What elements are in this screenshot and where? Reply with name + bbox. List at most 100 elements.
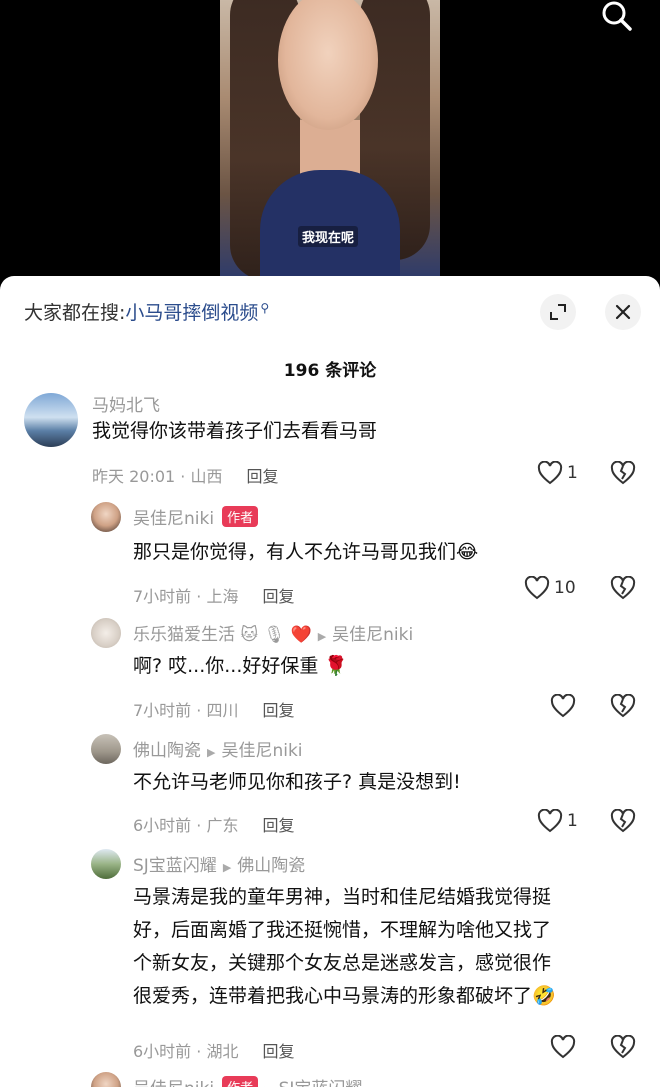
search-icon: ⚲ xyxy=(260,300,270,315)
broken-heart-icon xyxy=(610,808,636,833)
reply-button[interactable]: 回复 xyxy=(262,701,294,720)
reply-button[interactable]: 回复 xyxy=(262,1042,294,1061)
comment-text: 啊? 哎...你...好好保重 🌹 xyxy=(133,650,348,683)
reply-to-username[interactable]: SJ宝蓝闪耀 xyxy=(279,1079,363,1087)
dislike-button[interactable] xyxy=(610,693,636,722)
like-button[interactable]: 1 xyxy=(537,461,578,485)
reply-to-username[interactable]: 吴佳尼niki xyxy=(332,625,413,645)
comment-text: 我觉得你该带着孩子们去看看马哥 xyxy=(92,420,378,442)
comment-text: 不允许马老师见你和孩子? 真是没想到! xyxy=(133,771,461,793)
dislike-button[interactable] xyxy=(610,460,636,489)
comment-text-content: 啊? 哎...你...好好保重 xyxy=(133,655,319,677)
heart-icon xyxy=(524,576,550,600)
comment-text: 马景涛是我的童年男神，当时和佳尼结婚我觉得挺 好，后面离婚了我还挺惋惜，不理解为… xyxy=(133,881,653,1013)
comment-text-line: 马景涛是我的童年男神，当时和佳尼结婚我觉得挺 xyxy=(133,886,552,908)
reply-item: 乐乐猫爱生活 🐱 🎙 ❤️ ▶ 吴佳尼niki 啊? 哎...你...好好保重 🌹 … xyxy=(0,616,660,726)
comment-time: 7小时前 · 上海 xyxy=(133,587,239,606)
reply-item: 吴佳尼niki作者▶SJ宝蓝闪耀 xyxy=(0,1070,660,1087)
comment-username[interactable]: SJ宝蓝闪耀 xyxy=(133,856,217,876)
comment-item: 马妈北飞 我觉得你该带着孩子们去看看马哥 昨天 20:01 · 山西 回复 1 xyxy=(0,389,660,509)
trending-search-prefix: 大家都在搜: xyxy=(24,302,126,324)
reply-item: 佛山陶瓷 ▶ 吴佳尼niki 不允许马老师见你和孩子? 真是没想到! 6小时前 · … xyxy=(0,732,660,842)
like-count: 10 xyxy=(554,578,576,598)
dislike-button[interactable] xyxy=(610,808,636,837)
reply-username-row: 吴佳尼niki 作者 xyxy=(133,504,259,529)
author-badge: 作者 xyxy=(222,1076,259,1087)
heart-icon xyxy=(537,461,563,485)
comment-meta: 6小时前 · 湖北 回复 xyxy=(133,1038,294,1062)
expand-button[interactable] xyxy=(540,294,576,330)
broken-heart-icon xyxy=(610,460,636,485)
reply-username-row: 吴佳尼niki作者▶SJ宝蓝闪耀 xyxy=(133,1074,362,1087)
reply-item: SJ宝蓝闪耀 ▶ 佛山陶瓷 马景涛是我的童年男神，当时和佳尼结婚我觉得挺 好，后面离… xyxy=(0,847,660,1067)
reply-button[interactable]: 回复 xyxy=(262,587,294,606)
author-badge: 作者 xyxy=(222,506,259,527)
cat-emoji-icon: 🐱 🎙 ❤️ xyxy=(235,625,312,645)
avatar[interactable] xyxy=(91,849,121,879)
heart-icon xyxy=(537,809,563,833)
video-figure-dress xyxy=(260,170,400,278)
comment-meta: 昨天 20:01 · 山西 回复 xyxy=(92,463,278,487)
reply-button[interactable]: 回复 xyxy=(246,467,278,486)
comment-username[interactable]: 乐乐猫爱生活 xyxy=(133,625,235,645)
comment-count: 196 条评论 xyxy=(283,361,377,381)
comment-username[interactable]: 吴佳尼niki xyxy=(133,509,214,529)
comment-time: 6小时前 · 湖北 xyxy=(133,1042,239,1061)
like-count: 1 xyxy=(567,811,578,831)
avatar[interactable] xyxy=(91,618,121,648)
comment-time: 7小时前 · 四川 xyxy=(133,701,239,720)
like-button[interactable]: 10 xyxy=(524,576,576,600)
comment-username[interactable]: 佛山陶瓷 xyxy=(133,741,201,761)
comment-text-line: 个新女友，关键那个女友总是迷惑发言，感觉很作 xyxy=(133,952,552,974)
close-icon xyxy=(615,304,631,320)
comment-username[interactable]: 马妈北飞 xyxy=(92,391,160,416)
reply-arrow-icon: ▶ xyxy=(207,746,216,759)
video-player[interactable]: 我现在呢 xyxy=(0,0,660,300)
avatar[interactable] xyxy=(91,734,121,764)
reply-arrow-icon: ▶ xyxy=(317,630,327,643)
comment-meta: 7小时前 · 四川 回复 xyxy=(133,697,294,721)
comment-text-line: 很爱秀，连带着把我心中马景涛的形象都破坏了 xyxy=(133,985,533,1007)
comment-meta: 6小时前 · 广东 回复 xyxy=(133,812,294,836)
trending-search[interactable]: 大家都在搜:小马哥摔倒视频 ⚲ xyxy=(24,298,269,325)
like-button[interactable] xyxy=(550,1035,576,1059)
comment-username[interactable]: 吴佳尼niki xyxy=(133,1079,214,1087)
broken-heart-icon xyxy=(610,575,636,600)
comment-time: 6小时前 · 广东 xyxy=(133,816,239,835)
laughing-emoji-icon: 😂 xyxy=(456,541,479,563)
trending-search-query[interactable]: 小马哥摔倒视频 xyxy=(125,302,258,324)
reply-username-row: 乐乐猫爱生活 🐱 🎙 ❤️ ▶ 吴佳尼niki xyxy=(133,620,413,645)
avatar[interactable] xyxy=(91,1072,121,1087)
comment-meta: 7小时前 · 上海 回复 xyxy=(133,583,294,607)
like-count: 1 xyxy=(567,463,578,483)
broken-heart-icon xyxy=(610,1034,636,1059)
reply-button[interactable]: 回复 xyxy=(262,816,294,835)
reply-to-username[interactable]: 佛山陶瓷 xyxy=(237,856,305,876)
search-icon[interactable] xyxy=(598,0,638,32)
comment-text: 那只是你觉得，有人不允许马哥见我们😂 xyxy=(133,536,478,569)
reply-username-row: 佛山陶瓷 ▶ 吴佳尼niki xyxy=(133,736,303,761)
avatar[interactable] xyxy=(91,502,121,532)
expand-icon xyxy=(550,304,566,320)
heart-icon xyxy=(550,1035,576,1059)
heart-icon xyxy=(550,694,576,718)
close-button[interactable] xyxy=(605,294,641,330)
video-frame: 我现在呢 xyxy=(220,0,440,278)
like-button[interactable]: 1 xyxy=(537,809,578,833)
reply-arrow-icon: ▶ xyxy=(222,861,232,874)
like-button[interactable] xyxy=(550,694,576,718)
crying-laughing-emoji-icon: 🤣 xyxy=(532,985,556,1007)
comment-text-content: 那只是你觉得，有人不允许马哥见我们 xyxy=(133,541,457,563)
reply-to-username[interactable]: 吴佳尼niki xyxy=(221,741,302,761)
reply-username-row: SJ宝蓝闪耀 ▶ 佛山陶瓷 xyxy=(133,851,305,876)
dislike-button[interactable] xyxy=(610,575,636,604)
video-subtitle: 我现在呢 xyxy=(298,226,359,247)
avatar[interactable] xyxy=(24,393,78,447)
broken-heart-icon xyxy=(610,693,636,718)
comment-text-line: 好，后面离婚了我还挺惋惜，不理解为啥他又找了 xyxy=(133,919,552,941)
comment-sheet: 大家都在搜:小马哥摔倒视频 ⚲ 196 条评论 马妈北飞 我觉得你该带着孩子们去看… xyxy=(0,276,660,1087)
dislike-button[interactable] xyxy=(610,1034,636,1063)
comment-time: 昨天 20:01 · 山西 xyxy=(92,467,223,486)
comment-text-line-last: 很爱秀，连带着把我心中马景涛的形象都破坏了🤣 xyxy=(133,980,653,1013)
rose-emoji-icon: 🌹 xyxy=(324,655,349,677)
